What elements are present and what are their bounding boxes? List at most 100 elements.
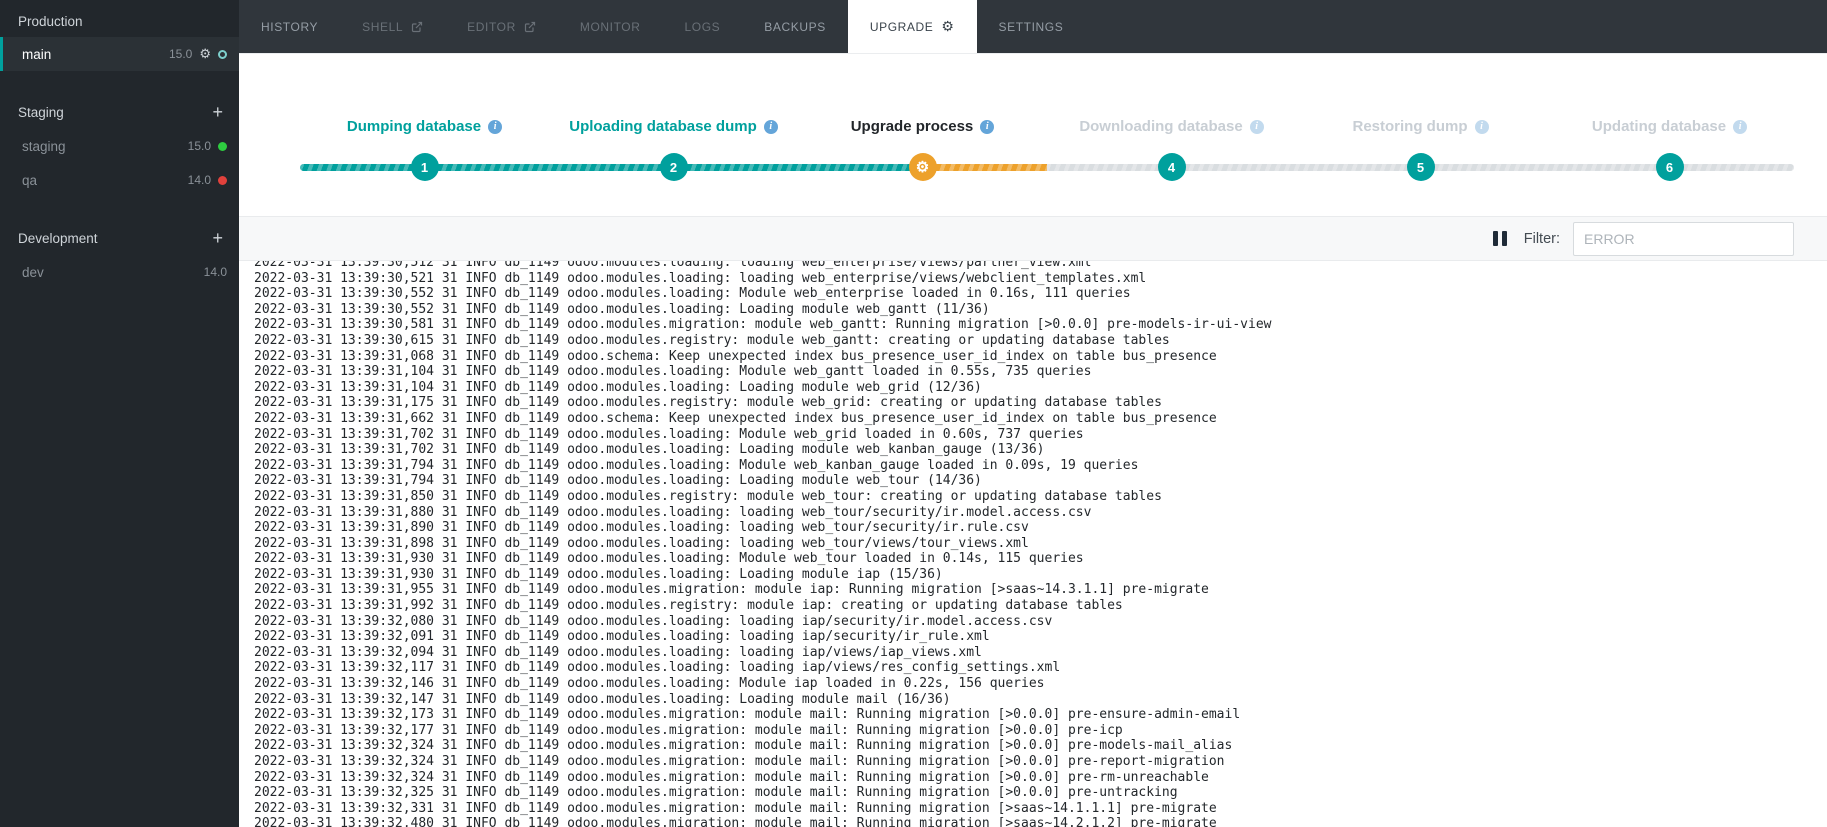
log-line: 2022-03-31 13:39:30,512 31 INFO db_1149 … [254, 261, 1092, 270]
step-circle-1: 1 [410, 153, 439, 181]
log-line: 2022-03-31 13:39:32,117 31 INFO db_1149 … [254, 660, 1061, 676]
step-title-text: Updating database [1591, 118, 1727, 135]
log-line: 2022-03-31 13:39:31,890 31 INFO db_1149 … [254, 520, 1029, 536]
external-link-icon [412, 21, 423, 32]
filter-bar: Filter: [239, 216, 1827, 261]
topnav: HISTORY SHELL EDITOR MONITOR LOGS BACKUPS UPGR… [239, 0, 1827, 53]
pause-icon[interactable] [1489, 227, 1511, 250]
step-title-cell: Updating database i [1545, 118, 1794, 135]
tab-label: LOGS [684, 19, 721, 34]
step-title-cell: Uploading database dump i [549, 118, 798, 135]
tab-settings[interactable]: SETTINGS [977, 0, 1086, 53]
branch-meta: 15.0 [188, 139, 227, 153]
step-titles: Dumping database i Uploading database dump… [300, 118, 1794, 135]
branch-version: 15.0 [168, 47, 193, 61]
log-line: 2022-03-31 13:39:32,147 31 INFO db_1149 … [254, 691, 951, 707]
branch-version: 14.0 [203, 265, 227, 279]
info-icon[interactable]: i [1474, 119, 1489, 134]
log-line: 2022-03-31 13:39:32,324 31 INFO db_1149 … [254, 769, 1209, 785]
main-content: HISTORY SHELL EDITOR MONITOR LOGS BACKUPS UPGR… [239, 0, 1827, 827]
tab-shell[interactable]: SHELL [340, 0, 445, 53]
log-line: 2022-03-31 13:39:32,331 31 INFO db_1149 … [254, 800, 1217, 816]
branch-settings-icon[interactable]: ⚙ [199, 46, 211, 62]
tab-logs[interactable]: LOGS [663, 0, 743, 53]
step-title-6: Updating database i [1591, 118, 1748, 135]
tab-label: SHELL [362, 19, 404, 34]
step-circle-3: ⚙ [908, 153, 937, 181]
sidebar-section-header: Development + [0, 221, 239, 255]
tab-label: BACKUPS [764, 19, 826, 34]
info-icon[interactable]: i [1249, 119, 1264, 134]
sidebar-section-title: Development [18, 230, 98, 246]
sidebar-item-dev[interactable]: dev 14.0 [0, 255, 239, 289]
log-line: 2022-03-31 13:39:32,324 31 INFO db_1149 … [254, 738, 1233, 754]
log-line: 2022-03-31 13:39:31,702 31 INFO db_1149 … [254, 426, 1084, 442]
log-line: 2022-03-31 13:39:32,146 31 INFO db_1149 … [254, 676, 1045, 692]
sidebar-item-staging[interactable]: staging 15.0 [0, 129, 239, 163]
log-line: 2022-03-31 13:39:31,794 31 INFO db_1149 … [254, 457, 1139, 473]
log-line: 2022-03-31 13:39:30,552 31 INFO db_1149 … [254, 286, 1131, 302]
branch-status-icon [218, 141, 227, 151]
tab-backups[interactable]: BACKUPS [742, 0, 848, 53]
sidebar-section-title: Staging [18, 104, 64, 120]
branch-name: staging [22, 138, 66, 154]
sidebar-section-title: Production [18, 14, 83, 29]
log-line: 2022-03-31 13:39:32,094 31 INFO db_1149 … [254, 644, 982, 660]
filter-input[interactable] [1573, 221, 1794, 256]
info-icon[interactable]: i [488, 119, 503, 134]
tab-editor[interactable]: EDITOR [445, 0, 558, 53]
sidebar-section: Production main 15.0 ⚙ [0, 6, 239, 71]
progress-track-stripes [300, 163, 1794, 171]
tab-monitor[interactable]: MONITOR [558, 0, 663, 53]
sidebar-item-qa[interactable]: qa 14.0 [0, 163, 239, 197]
log-line: 2022-03-31 13:39:31,880 31 INFO db_1149 … [254, 504, 1092, 520]
log-line: 2022-03-31 13:39:32,480 31 INFO db_1149 … [254, 816, 1217, 827]
add-branch-button[interactable]: + [210, 229, 225, 247]
sidebar-section-header: Production [0, 6, 239, 37]
info-icon[interactable]: i [763, 119, 778, 134]
branch-meta: 14.0 [204, 265, 227, 279]
step-title-text: Upgrade process [850, 118, 974, 135]
tab-upgrade[interactable]: UPGRADE ⚙ [847, 0, 977, 53]
upgrade-stepper: Dumping database i Uploading database dump… [239, 53, 1827, 216]
add-branch-button[interactable]: + [210, 103, 225, 121]
step-circle-4: 4 [1157, 153, 1186, 181]
step-title-1: Dumping database i [347, 118, 503, 135]
log-line: 2022-03-31 13:39:31,662 31 INFO db_1149 … [254, 410, 1217, 426]
tab-label: MONITOR [579, 19, 641, 34]
log-line: 2022-03-31 13:39:31,175 31 INFO db_1149 … [254, 395, 1162, 411]
step-title-cell: Dumping database i [300, 118, 549, 135]
log-line: 2022-03-31 13:39:31,104 31 INFO db_1149 … [254, 379, 982, 395]
log-line: 2022-03-31 13:39:32,325 31 INFO db_1149 … [254, 785, 1178, 801]
info-icon[interactable]: i [980, 119, 995, 134]
tab-history[interactable]: HISTORY [239, 0, 340, 53]
info-icon[interactable]: i [1733, 119, 1748, 134]
log-line: 2022-03-31 13:39:31,898 31 INFO db_1149 … [254, 535, 1029, 551]
step-title-text: Uploading database dump [569, 118, 757, 135]
step-circle-2: 2 [659, 153, 688, 181]
sidebar-item-main[interactable]: main 15.0 ⚙ [0, 37, 239, 71]
log-line: 2022-03-31 13:39:31,850 31 INFO db_1149 … [254, 488, 1162, 504]
branch-meta: 15.0 ⚙ [169, 46, 227, 62]
tab-label: HISTORY [261, 19, 319, 34]
branch-version: 15.0 [187, 139, 211, 153]
log-line: 2022-03-31 13:39:31,955 31 INFO db_1149 … [254, 582, 1209, 598]
log-line: 2022-03-31 13:39:32,091 31 INFO db_1149 … [254, 629, 990, 645]
tab-label: SETTINGS [998, 19, 1064, 34]
sidebar-sections: Production main 15.0 ⚙ Staging + staging 15.0 qa… [0, 6, 239, 289]
step-title-cell: Downloading database i [1047, 118, 1296, 135]
log-panel[interactable]: 2022-03-31 13:39:30,512 31 INFO db_1149 … [239, 261, 1827, 827]
external-link-icon [524, 21, 535, 32]
step-circles: 1 2 ⚙ 4 5 6 [300, 153, 1794, 181]
log-line: 2022-03-31 13:39:31,930 31 INFO db_1149 … [254, 551, 1084, 567]
branch-name: main [22, 46, 52, 62]
branch-name: dev [22, 264, 44, 280]
app: Production main 15.0 ⚙ Staging + staging 15.0 qa… [0, 0, 1827, 827]
log-line: 2022-03-31 13:39:30,521 31 INFO db_1149 … [254, 270, 1147, 286]
log-line: 2022-03-31 13:39:32,177 31 INFO db_1149 … [254, 722, 1123, 738]
sidebar-section: Staging + staging 15.0 qa 14.0 [0, 95, 239, 197]
log-line: 2022-03-31 13:39:31,992 31 INFO db_1149 … [254, 598, 1123, 614]
progress-track [300, 163, 1794, 171]
log-output: 2022-03-31 13:39:30,512 31 INFO db_1149 … [254, 261, 1827, 827]
branch-version: 14.0 [187, 173, 211, 187]
